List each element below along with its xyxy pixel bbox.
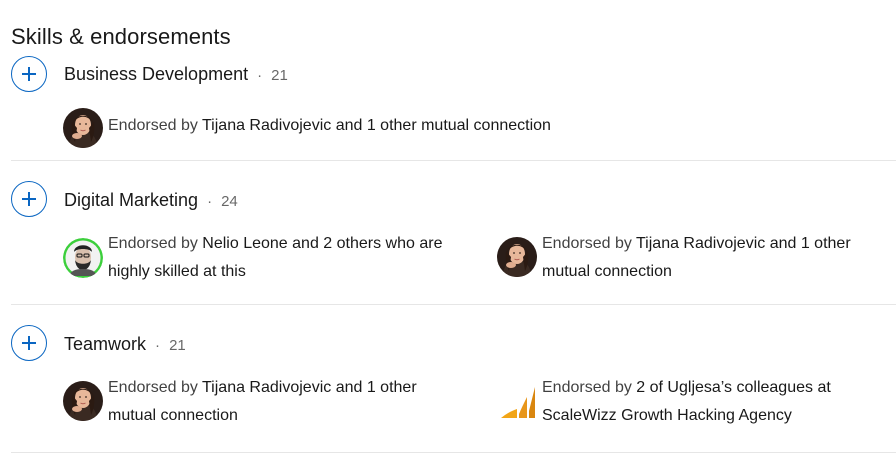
endorsed-by-label: Endorsed by <box>108 235 198 252</box>
endorsement-count[interactable]: 21 <box>271 67 288 84</box>
skill-header: Digital Marketing · 24 <box>64 190 238 211</box>
skill-item: Business Development · 21 Endorsed by Ti… <box>11 54 896 161</box>
endorser-names[interactable]: 2 of Ugljesa’s colleagues at <box>636 379 831 396</box>
endorsed-by-label: Endorsed by <box>542 235 632 252</box>
skill-separator: · <box>257 67 263 84</box>
endorser-names-line2[interactable]: ScaleWizz Growth Hacking Agency <box>542 407 792 424</box>
skill-header: Teamwork · 21 <box>64 334 186 355</box>
endorsement-item[interactable]: Endorsed by Tijana Radivojevic and 1 oth… <box>497 230 896 286</box>
section-title: Skills & endorsements <box>11 24 231 50</box>
skill-separator: · <box>207 193 213 210</box>
endorsement-count[interactable]: 21 <box>169 337 186 354</box>
company-logo-icon[interactable] <box>497 381 537 421</box>
endorsement-text: Endorsed by Tijana Radivojevic and 1 oth… <box>108 112 551 140</box>
skill-name[interactable]: Teamwork <box>64 334 146 354</box>
endorser-names[interactable]: Tijana Radivojevic and 1 other mutual co… <box>202 117 551 134</box>
endorsed-by-label: Endorsed by <box>542 379 632 396</box>
skill-name[interactable]: Business Development <box>64 64 248 84</box>
endorser-names[interactable]: Tijana Radivojevic and 1 other <box>636 235 851 252</box>
female-avatar-icon[interactable] <box>63 381 103 421</box>
endorser-names-line2[interactable]: mutual connection <box>542 263 672 280</box>
endorse-plus-button[interactable] <box>11 181 47 217</box>
endorsement-item[interactable]: Endorsed by 2 of Ugljesa’s colleagues at… <box>497 374 896 430</box>
female-avatar-icon[interactable] <box>497 237 537 277</box>
plus-icon <box>22 336 36 350</box>
skill-item: Teamwork · 21 Endorsed by Tijana Radivoj… <box>11 324 896 453</box>
endorsement-text: Endorsed by Tijana Radivojevic and 1 oth… <box>108 374 417 430</box>
endorse-plus-button[interactable] <box>11 325 47 361</box>
endorsement-item[interactable]: Endorsed by Tijana Radivojevic and 1 oth… <box>63 108 551 148</box>
endorser-names-line2[interactable]: mutual connection <box>108 407 238 424</box>
endorser-names-line2[interactable]: highly skilled at this <box>108 263 246 280</box>
skill-item: Digital Marketing · 24 Endorsed by Nelio… <box>11 180 896 305</box>
endorsement-text: Endorsed by Tijana Radivojevic and 1 oth… <box>542 230 851 286</box>
skill-name[interactable]: Digital Marketing <box>64 190 198 210</box>
skill-header: Business Development · 21 <box>64 64 288 85</box>
endorsed-by-label: Endorsed by <box>108 117 198 134</box>
endorsement-text: Endorsed by 2 of Ugljesa’s colleagues at… <box>542 374 831 430</box>
endorsement-item[interactable]: Endorsed by Tijana Radivojevic and 1 oth… <box>63 374 483 430</box>
female-avatar-icon[interactable] <box>63 108 103 148</box>
male-avatar-icon[interactable] <box>63 238 103 278</box>
plus-icon <box>22 67 36 81</box>
skill-separator: · <box>155 337 161 354</box>
endorser-names[interactable]: Tijana Radivojevic and 1 other <box>202 379 417 396</box>
plus-icon <box>22 192 36 206</box>
endorsement-item[interactable]: Endorsed by Nelio Leone and 2 others who… <box>63 230 483 286</box>
endorse-plus-button[interactable] <box>11 56 47 92</box>
endorsement-text: Endorsed by Nelio Leone and 2 others who… <box>108 230 442 286</box>
endorser-names[interactable]: Nelio Leone and 2 others who are <box>202 235 442 252</box>
endorsement-count[interactable]: 24 <box>221 193 238 210</box>
endorsed-by-label: Endorsed by <box>108 379 198 396</box>
